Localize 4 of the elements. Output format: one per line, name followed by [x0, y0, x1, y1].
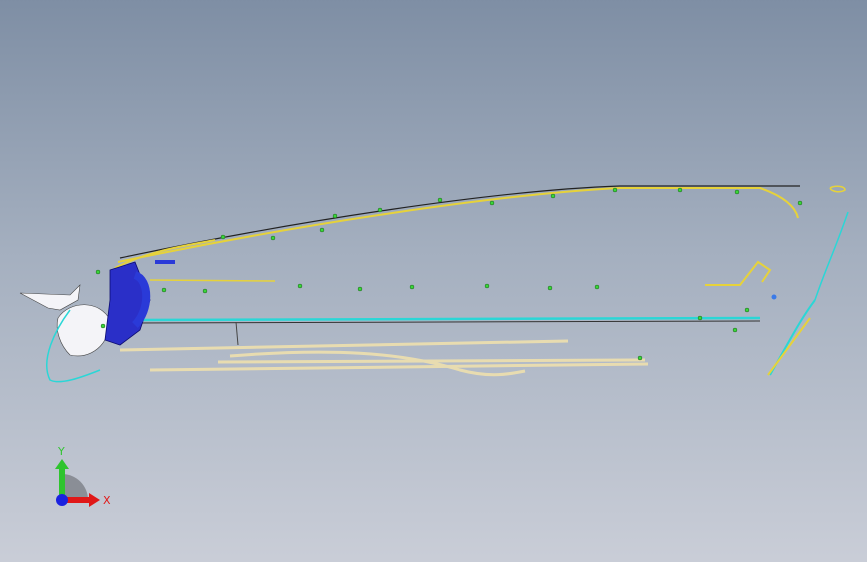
- axis-triad-icon: [55, 459, 100, 507]
- x-axis-label: X: [103, 494, 111, 507]
- y-axis-label: Y: [58, 445, 65, 458]
- model-viewport[interactable]: Y X: [0, 0, 867, 562]
